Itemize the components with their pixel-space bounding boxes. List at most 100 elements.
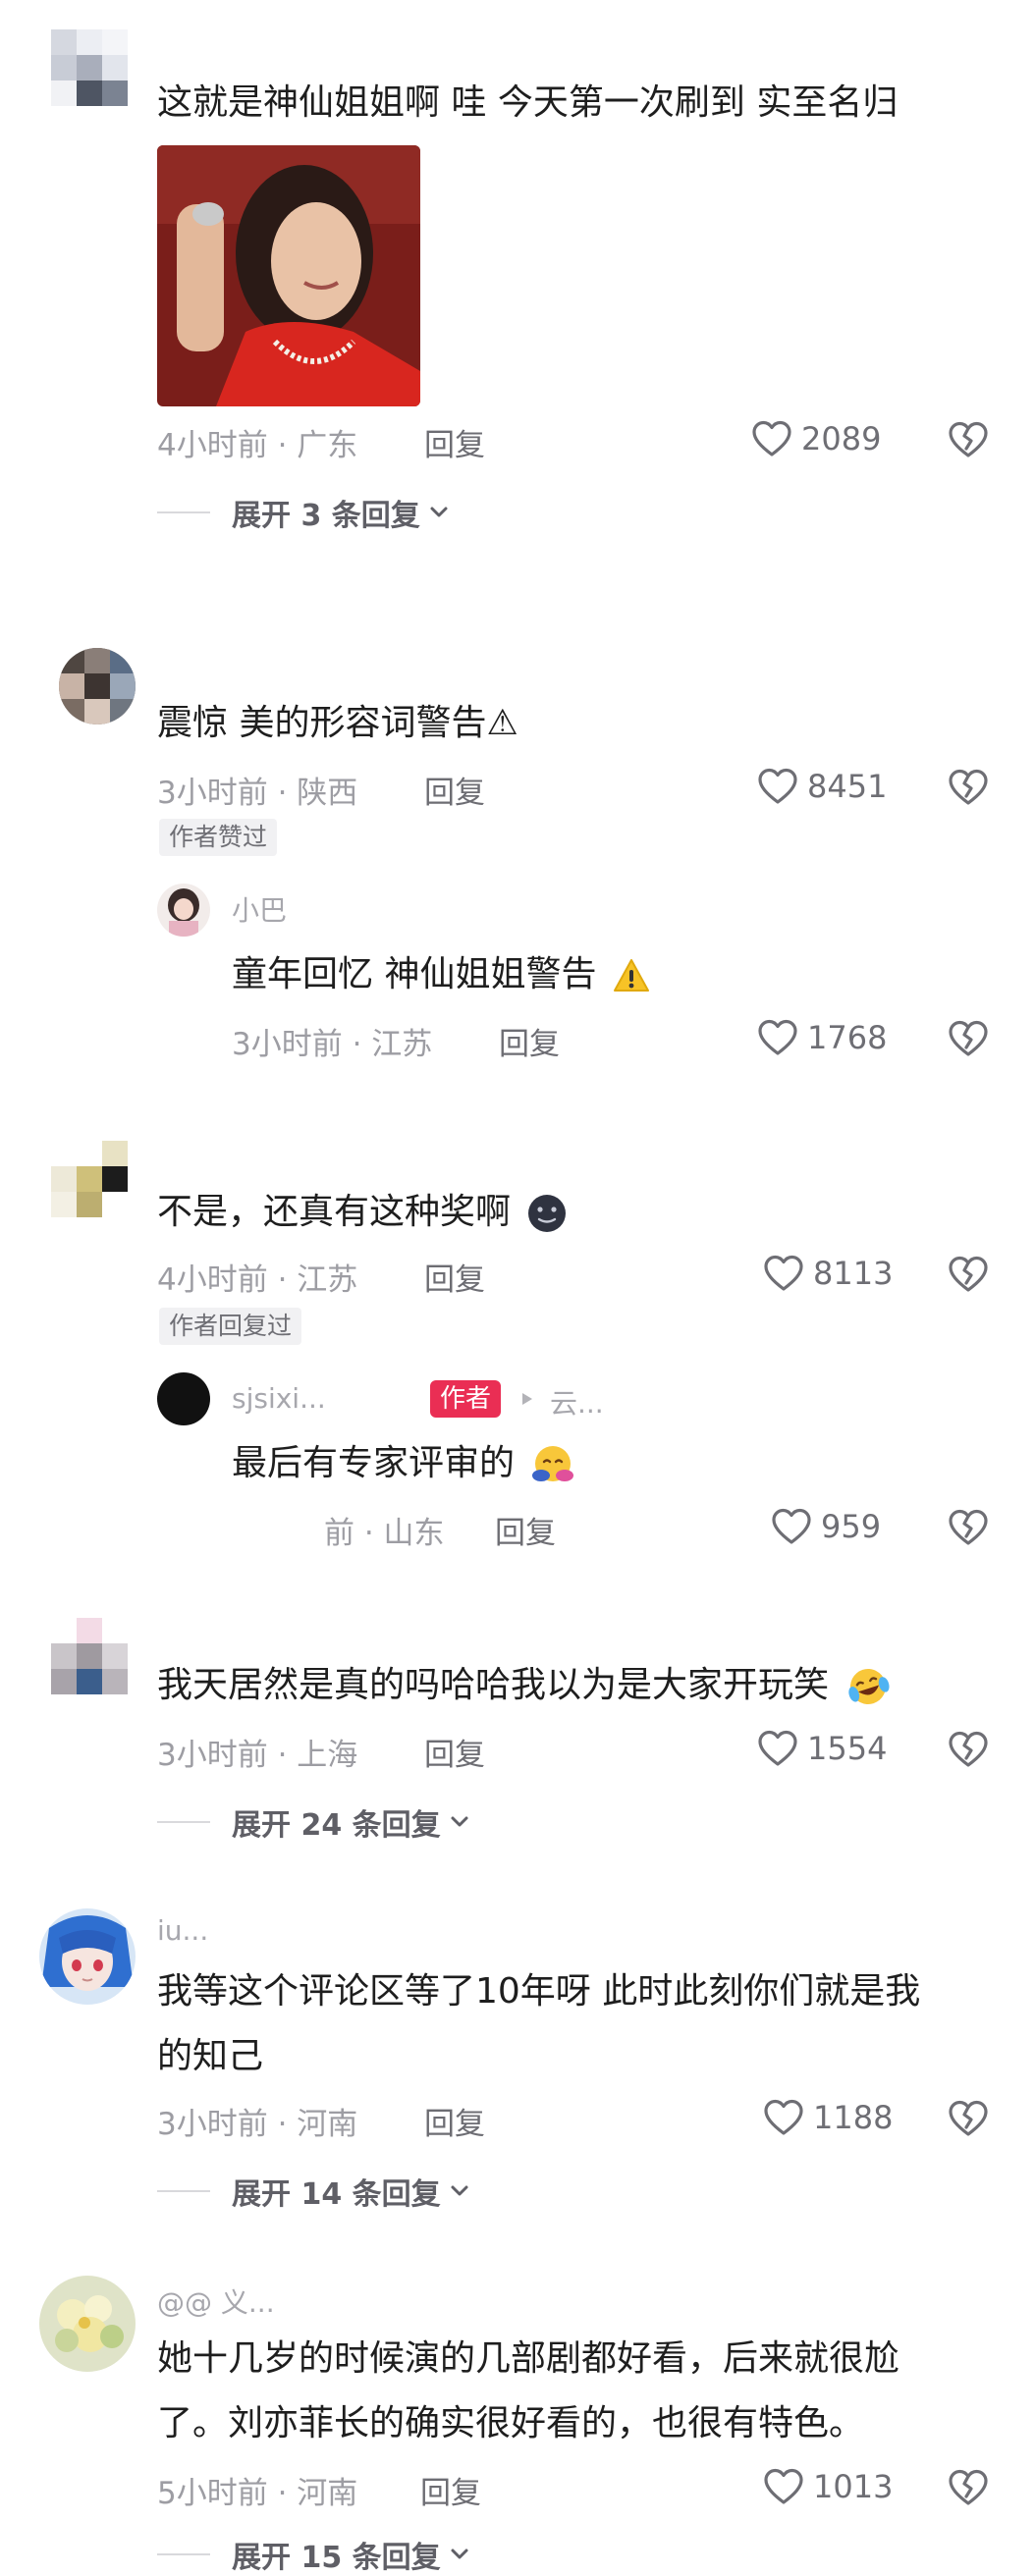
time-location: 3小时前 · 江苏 [232,1027,433,1062]
divider [157,2190,210,2192]
like-count: 1188 [813,2099,894,2136]
time-location: 3小时前 · 陕西 [157,776,358,811]
broken-heart-icon[interactable] [947,1728,990,1771]
reply-button[interactable]: 回复 [424,768,485,812]
like-count: 959 [821,1508,882,1545]
reply-button[interactable]: 回复 [424,2099,485,2143]
expand-label: 展开 14 条回复 [232,2177,441,2212]
like-button[interactable]: 1554 [756,1726,887,1771]
comment-text-content: 不是，还真有这种奖啊 [157,1192,512,1232]
comment-text: 震惊 美的形容词警告⚠ [157,703,518,743]
username[interactable]: @@ 义... [157,2281,275,2321]
reply-text: 最后有专家评审的 [232,1427,578,1500]
heart-outline-icon [762,1252,805,1295]
reply-to-username[interactable]: 云... [550,1382,604,1422]
avatar[interactable] [39,2276,136,2372]
expand-replies-button[interactable]: 展开 15 条回复 [157,2535,472,2575]
reply-button[interactable]: 回复 [420,2468,481,2512]
username[interactable]: iu... [157,1914,208,1947]
like-count: 1554 [807,1730,888,1767]
chevron-down-icon [447,2178,472,2204]
like-count: 8451 [807,768,888,805]
avatar[interactable] [39,1908,136,2005]
heart-outline-icon [762,2465,805,2508]
broken-heart-icon[interactable] [947,2097,990,2140]
chevron-down-icon [447,1809,472,1835]
like-button[interactable]: 2089 [750,416,881,461]
heart-outline-icon [756,1016,799,1059]
expand-label: 展开 15 条回复 [232,2541,441,2575]
chevron-down-icon [426,500,452,525]
broken-heart-icon[interactable] [947,1506,990,1549]
like-count: 2089 [801,420,882,457]
author-tag: 作者 [430,1380,502,1418]
reply-button[interactable]: 回复 [495,1508,556,1552]
divider [157,511,210,513]
broken-heart-icon[interactable] [947,2466,990,2509]
warning-emoji-icon [613,959,649,992]
time-location: 4小时前 · 广东 [157,428,358,463]
dark-face-emoji-icon [528,1195,567,1232]
like-button[interactable]: 1188 [762,2095,893,2140]
reply-button[interactable]: 回复 [499,1019,560,1063]
broken-heart-icon[interactable] [947,1253,990,1296]
heart-outline-icon [756,765,799,808]
chevron-down-icon [447,2542,472,2567]
expand-replies-button[interactable]: 展开 14 条回复 [157,2172,472,2212]
expand-replies-button[interactable]: 展开 24 条回复 [157,1802,472,1843]
reply-arrow-icon [522,1393,532,1405]
comment-text: 我等这个评论区等了10年呀 此时此刻你们就是我 [157,1971,921,2012]
like-button[interactable]: 8113 [762,1251,893,1296]
heart-outline-icon [770,1505,813,1548]
reply-username[interactable]: 小巴 [232,889,287,929]
comment-image[interactable] [157,145,420,406]
expand-label: 展开 24 条回复 [232,1808,441,1843]
avatar[interactable] [59,648,136,724]
avatar[interactable] [51,1141,128,1217]
comment-text-line2: 了。刘亦菲长的确实很好看的，也很有特色。 [157,2403,865,2443]
comment-text: 不是，还真有这种奖啊 [157,1176,569,1249]
like-button[interactable]: 959 [770,1504,881,1549]
divider [157,2553,210,2555]
heart-outline-icon [762,2096,805,2139]
reply-text-content: 童年回忆 神仙姐姐警告 [232,954,597,994]
reply-username[interactable]: sjsixi... [232,1382,326,1415]
like-count: 8113 [813,1255,894,1292]
broken-heart-icon[interactable] [947,766,990,809]
comment-text-content: 我天居然是真的吗哈哈我以为是大家开玩笑 [157,1665,830,1705]
reply-button[interactable]: 回复 [424,1730,485,1774]
time-location: 4小时前 · 江苏 [157,1262,358,1298]
time-location: 5小时前 · 河南 [157,2476,358,2511]
reply-button[interactable]: 回复 [424,1255,485,1299]
comment-text-line2: 的知己 [157,2036,264,2076]
divider [157,1821,210,1823]
hug-emoji-icon [532,1446,574,1481]
avatar[interactable] [51,1618,128,1694]
reply-text-content: 最后有专家评审的 [232,1443,516,1483]
time-location: 前 · 山东 [324,1516,445,1551]
broken-heart-icon[interactable] [947,418,990,461]
avatar[interactable] [157,1372,210,1425]
time-location: 3小时前 · 上海 [157,1738,358,1773]
comment-text: 她十几岁的时候演的几部剧都好看，后来就很尬 [157,2338,900,2379]
avatar[interactable] [51,29,128,106]
heart-outline-icon [750,417,793,460]
time-location: 3小时前 · 河南 [157,2107,358,2142]
like-button[interactable]: 8451 [756,764,887,809]
like-count: 1013 [813,2468,894,2505]
comment-text: 这就是神仙姐姐啊 哇 今天第一次刷到 实至名归 [157,82,899,123]
reply-button[interactable]: 回复 [424,420,485,464]
author-liked-badge: 作者赞过 [159,819,278,856]
broken-heart-icon[interactable] [947,1017,990,1060]
heart-outline-icon [756,1727,799,1770]
expand-label: 展开 3 条回复 [232,499,420,533]
laugh-cry-emoji-icon [848,1669,890,1704]
author-replied-badge: 作者回复过 [159,1308,302,1345]
expand-replies-button[interactable]: 展开 3 条回复 [157,493,452,533]
comment-text: 我天居然是真的吗哈哈我以为是大家开玩笑 [157,1649,893,1722]
like-count: 1768 [807,1019,888,1056]
reply-text: 童年回忆 神仙姐姐警告 [232,939,651,1011]
like-button[interactable]: 1768 [756,1015,887,1060]
like-button[interactable]: 1013 [762,2464,893,2509]
avatar[interactable] [157,884,210,937]
